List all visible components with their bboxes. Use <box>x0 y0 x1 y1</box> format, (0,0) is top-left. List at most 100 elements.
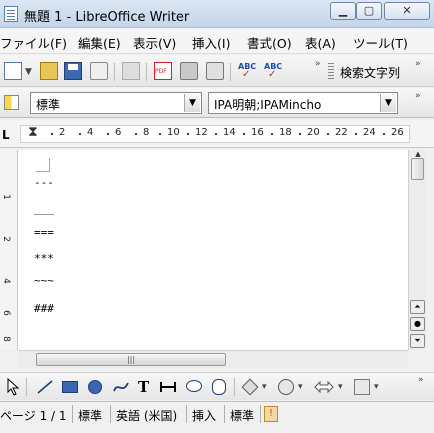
horizontal-scrollbar[interactable]: ||| <box>18 350 408 368</box>
vertical-ruler-number: 6 <box>0 310 11 316</box>
vertical-ruler-number: 4 <box>0 278 11 284</box>
document-line[interactable]: ### <box>34 302 54 315</box>
flowchart-dropdown-arrow[interactable]: ▾ <box>374 382 379 392</box>
formatting-overflow-chevron[interactable]: » <box>415 91 421 101</box>
ruler-tick <box>271 133 273 135</box>
drawing-toolbar-overflow-chevron[interactable]: » <box>418 375 424 385</box>
curve-tool-icon[interactable] <box>112 379 130 395</box>
ruler-tick <box>79 133 81 135</box>
basic-shapes-dropdown-arrow[interactable]: ▾ <box>262 382 267 392</box>
flowchart-icon[interactable] <box>354 379 370 395</box>
font-name-value: IPA明朝;IPAMincho <box>214 98 322 112</box>
edit-mode-icon[interactable] <box>122 62 140 80</box>
ruler-tick <box>135 133 137 135</box>
open-folder-icon[interactable] <box>40 62 58 80</box>
basic-shapes-icon[interactable] <box>241 378 259 396</box>
status-separator <box>72 405 73 423</box>
ruler-tick <box>355 133 357 135</box>
document-line[interactable]: ___ <box>34 202 54 215</box>
block-arrows-dropdown-arrow[interactable]: ▾ <box>338 382 343 392</box>
menu-table[interactable]: 表(A) <box>305 33 336 52</box>
find-text-label[interactable]: 検索文字列 <box>340 64 400 81</box>
toolbar-separator <box>114 63 115 81</box>
ruler-number: 26 <box>391 127 404 138</box>
toolbar-overflow-chevron[interactable]: » <box>315 59 321 69</box>
status-separator <box>224 405 225 423</box>
indent-marker-icon[interactable]: ⧗ <box>28 124 38 140</box>
block-arrows-icon[interactable] <box>314 380 334 394</box>
minimize-button[interactable]: ▁ <box>330 2 356 20</box>
vertical-scroll-thumb[interactable] <box>411 158 424 180</box>
line-tool-icon[interactable] <box>36 379 54 395</box>
menu-tools[interactable]: ツール(T) <box>353 33 408 52</box>
tab-stop-type-icon[interactable]: L <box>2 128 10 142</box>
drawing-toolbar: T ▾ ▾ ▾ ▾ » <box>0 372 434 400</box>
menu-view[interactable]: 表示(V) <box>133 33 176 52</box>
symbol-shapes-icon[interactable] <box>278 379 294 395</box>
export-pdf-icon[interactable] <box>154 62 172 80</box>
ruler-tick <box>327 133 329 135</box>
fontwork-icon[interactable] <box>160 382 176 392</box>
standard-toolbar: ▼ ABC ABC » 検索文字列 » <box>0 55 434 87</box>
ruler-tick <box>107 133 109 135</box>
ruler-number: 6 <box>115 127 122 138</box>
paragraph-style-combo[interactable]: 標準 ▼ <box>30 92 202 114</box>
select-pointer-icon[interactable] <box>6 378 20 396</box>
toolbar-separator <box>26 378 27 396</box>
font-name-dropdown-button[interactable]: ▼ <box>380 94 396 112</box>
email-document-icon[interactable] <box>90 62 108 80</box>
vertical-scrollbar[interactable]: ▲ ⏶ ● ⏷ <box>408 150 426 350</box>
toolbar-grip[interactable] <box>328 63 334 81</box>
rectangle-tool-icon[interactable] <box>62 381 78 393</box>
callout-tool-icon[interactable] <box>186 380 202 392</box>
ellipse-tool-icon[interactable] <box>88 380 102 394</box>
status-selection-mode[interactable]: 標準 <box>230 407 254 424</box>
writer-app-icon <box>4 6 18 22</box>
navigation-button[interactable]: ● <box>410 317 425 331</box>
autospellcheck-icon[interactable]: ABC <box>264 62 282 80</box>
paragraph-style-value: 標準 <box>36 98 61 112</box>
previous-page-button[interactable]: ⏶ <box>410 300 425 314</box>
horizontal-ruler[interactable]: L ⧗ 2 4 6 8 10 12 14 16 18 20 22 24 26 <box>0 120 434 148</box>
status-separator <box>186 405 187 423</box>
vertical-ruler-number: 2 <box>0 236 11 242</box>
document-line[interactable]: === <box>34 226 54 239</box>
status-separator <box>110 405 111 423</box>
menu-insert[interactable]: 挿入(I) <box>192 33 230 52</box>
menu-bar: ファイル(F) 編集(E) 表示(V) 挿入(I) 書式(O) 表(A) ツール… <box>0 28 434 54</box>
new-document-icon[interactable] <box>4 62 22 80</box>
horizontal-scroll-thumb[interactable]: ||| <box>36 353 226 366</box>
new-dropdown-arrow[interactable]: ▼ <box>25 67 32 77</box>
save-icon[interactable] <box>64 62 82 80</box>
print-preview-icon[interactable] <box>206 62 224 80</box>
toolbar-overflow-chevron-2[interactable]: » <box>415 59 421 69</box>
document-modified-icon[interactable]: ! <box>264 406 278 422</box>
maximize-button[interactable]: ▢ <box>356 2 382 20</box>
toolbar-separator <box>234 378 235 396</box>
status-insert-mode[interactable]: 挿入 <box>192 407 216 424</box>
next-page-button[interactable]: ⏷ <box>410 334 425 348</box>
status-language[interactable]: 英語 (米国) <box>116 407 177 424</box>
ruler-number: 2 <box>59 127 66 138</box>
ruler-number: 10 <box>167 127 180 138</box>
document-page[interactable]: --- ___ === *** ~~~ ### <box>18 150 408 350</box>
document-line[interactable]: *** <box>34 252 54 265</box>
shape-tool-icon[interactable] <box>212 379 226 395</box>
vertical-ruler[interactable]: 1 2 4 6 8 <box>0 150 18 350</box>
status-page-style[interactable]: 標準 <box>78 407 102 424</box>
document-line[interactable]: --- <box>34 176 54 189</box>
text-tool-icon[interactable]: T <box>138 378 149 396</box>
ruler-number: 16 <box>251 127 264 138</box>
menu-file[interactable]: ファイル(F) <box>0 33 67 52</box>
menu-format[interactable]: 書式(O) <box>247 33 292 52</box>
status-page-count[interactable]: ページ 1 / 1 <box>0 407 67 424</box>
paragraph-style-dropdown-button[interactable]: ▼ <box>184 94 200 112</box>
print-icon[interactable] <box>180 62 198 80</box>
menu-edit[interactable]: 編集(E) <box>78 33 121 52</box>
font-name-combo[interactable]: IPA明朝;IPAMincho ▼ <box>208 92 398 114</box>
close-button[interactable]: ✕ <box>384 2 430 20</box>
styles-icon[interactable] <box>4 95 19 110</box>
document-line[interactable]: ~~~ <box>34 274 54 287</box>
spellcheck-icon[interactable]: ABC <box>238 62 256 80</box>
symbol-shapes-dropdown-arrow[interactable]: ▾ <box>298 382 303 392</box>
